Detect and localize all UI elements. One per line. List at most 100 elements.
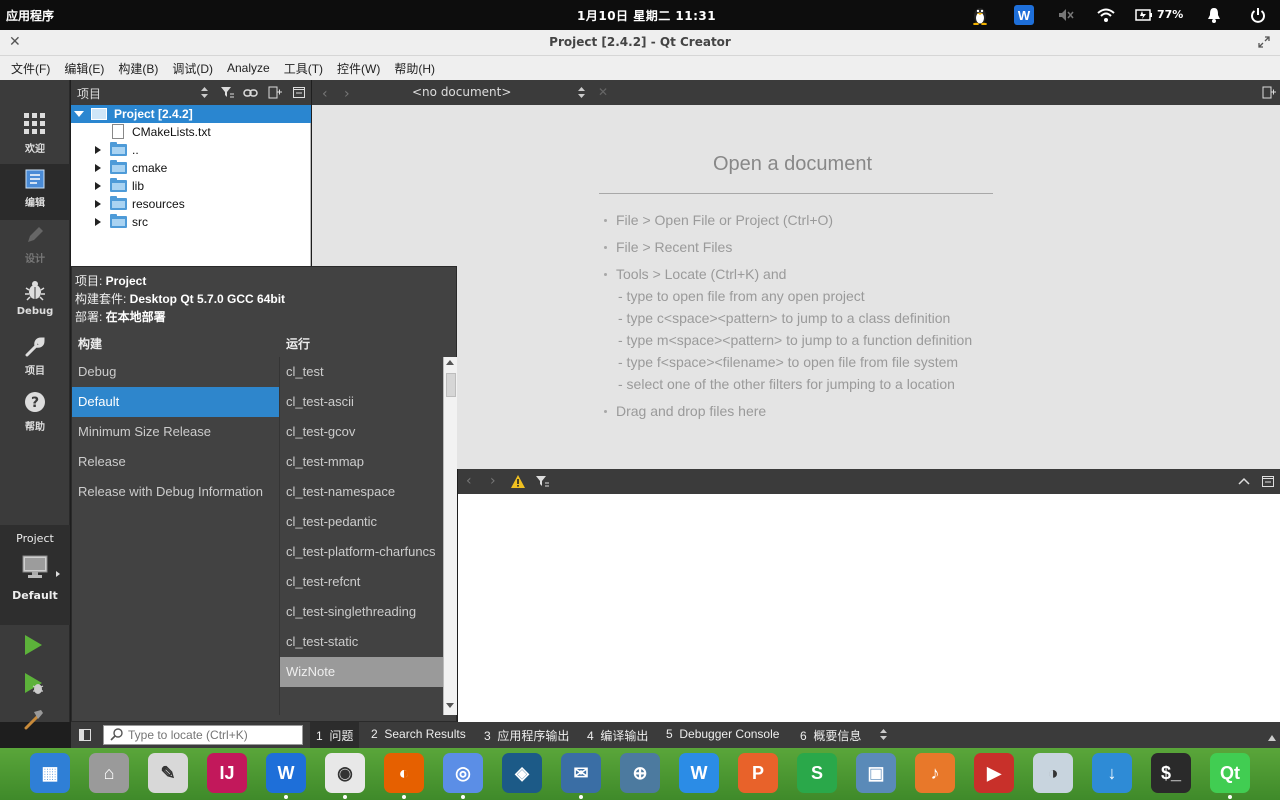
close-pane-icon[interactable] <box>1262 476 1274 490</box>
maximize-icon[interactable] <box>1258 36 1270 51</box>
scroll-down-icon[interactable] <box>446 703 454 708</box>
run-item[interactable]: cl_test <box>280 357 443 387</box>
settings-toggle-icon[interactable]: ◑ <box>1033 753 1073 793</box>
network-icon[interactable]: ⊕ <box>620 753 660 793</box>
qt-creator-icon[interactable]: Qt <box>1210 753 1250 793</box>
wiznote-tray-icon[interactable]: W <box>1014 5 1034 25</box>
tree-item-lib[interactable]: lib <box>71 177 311 195</box>
back-icon[interactable]: ‹ <box>322 86 328 102</box>
split-editor-icon[interactable] <box>1262 86 1276 102</box>
video-icon[interactable]: ▶ <box>974 753 1014 793</box>
applications-menu[interactable]: 应用程序 <box>6 7 54 24</box>
chevron-up-icon[interactable] <box>1268 730 1276 744</box>
forward-icon[interactable]: › <box>344 86 350 102</box>
tree-item-resources[interactable]: resources <box>71 195 311 213</box>
run-item[interactable]: cl_test-mmap <box>280 447 443 477</box>
mode-help[interactable]: ? 帮助 <box>0 388 70 444</box>
debug-run-icon[interactable] <box>23 672 45 699</box>
updown-icon[interactable] <box>880 729 887 743</box>
tree-item-parent[interactable]: .. <box>71 141 311 159</box>
tab-debugger-console[interactable]: 5 Debugger Console <box>666 727 779 741</box>
updown-icon[interactable] <box>201 87 208 101</box>
output-pane[interactable] <box>458 494 1280 722</box>
document-selector[interactable]: <no document> <box>412 85 511 99</box>
workspace-icon[interactable]: ▦ <box>30 753 70 793</box>
bell-icon[interactable] <box>1204 5 1224 25</box>
music-icon[interactable]: ♪ <box>915 753 955 793</box>
mode-welcome[interactable]: 欢迎 <box>0 110 70 166</box>
collapse-icon[interactable] <box>74 111 84 117</box>
wiznote-icon[interactable]: W <box>266 753 306 793</box>
menu-analyze[interactable]: Analyze <box>220 61 277 75</box>
build-hammer-icon[interactable] <box>23 708 45 733</box>
home-folder-icon[interactable]: ⌂ <box>89 753 129 793</box>
run-item[interactable]: cl_test-pedantic <box>280 507 443 537</box>
chrome-icon[interactable]: ◉ <box>325 753 365 793</box>
wps-presentation-icon[interactable]: P <box>738 753 778 793</box>
power-icon[interactable] <box>1248 5 1268 25</box>
firefox-icon[interactable]: ◐ <box>384 753 424 793</box>
split-icon[interactable] <box>268 86 282 102</box>
tab-application-output[interactable]: 3 应用程序输出 <box>484 727 569 744</box>
close-document-icon[interactable]: ✕ <box>598 85 608 99</box>
run-item[interactable]: cl_test-refcnt <box>280 567 443 597</box>
run-item-selected[interactable]: WizNote <box>280 657 443 687</box>
text-editor-icon[interactable]: ✎ <box>148 753 188 793</box>
close-pane-icon[interactable] <box>293 87 305 101</box>
tab-general-messages[interactable]: 6 概要信息 <box>800 727 861 744</box>
run-item[interactable]: cl_test-static <box>280 627 443 657</box>
menu-debug[interactable]: 调试(D) <box>165 60 220 77</box>
mute-icon[interactable] <box>1056 5 1076 25</box>
mode-debug[interactable]: Debug <box>0 276 70 332</box>
scroll-up-icon[interactable] <box>446 360 454 365</box>
window-titlebar[interactable]: ✕ Project [2.4.2] - Qt Creator <box>0 30 1280 56</box>
mysql-workbench-icon[interactable]: ◈ <box>502 753 542 793</box>
prev-item-icon[interactable]: ‹ <box>466 473 472 489</box>
toggle-sidebar-icon[interactable] <box>79 729 91 744</box>
run-item[interactable]: cl_test-namespace <box>280 477 443 507</box>
mode-projects[interactable]: 项目 <box>0 332 70 388</box>
link-icon[interactable] <box>243 87 258 101</box>
tree-item-cmakelists[interactable]: CMakeLists.txt <box>71 123 311 141</box>
terminal-icon[interactable]: $_ <box>1151 753 1191 793</box>
intellij-icon[interactable]: IJ <box>207 753 247 793</box>
run-icon[interactable] <box>23 634 43 659</box>
battery-icon[interactable] <box>1134 5 1154 25</box>
filter-icon[interactable] <box>220 86 234 102</box>
updown-icon[interactable] <box>578 87 585 101</box>
tab-issues[interactable]: 1 问题 <box>310 722 360 748</box>
build-item-debug[interactable]: Debug <box>72 357 279 387</box>
menu-help[interactable]: 帮助(H) <box>387 60 442 77</box>
locator-input[interactable] <box>128 727 298 743</box>
wps-writer-icon[interactable]: W <box>679 753 719 793</box>
editor-area[interactable]: Open a document File > Open File or Proj… <box>312 105 1280 469</box>
run-item[interactable]: cl_test-platform-charfuncs <box>280 537 443 567</box>
locator[interactable] <box>103 725 303 745</box>
expand-icon[interactable] <box>95 218 101 226</box>
expand-icon[interactable] <box>95 146 101 154</box>
filter-icon[interactable] <box>535 475 549 491</box>
tree-root[interactable]: Project [2.4.2] <box>71 105 311 123</box>
warning-icon[interactable] <box>511 475 525 491</box>
menu-edit[interactable]: 编辑(E) <box>57 60 111 77</box>
chromium-icon[interactable]: ◎ <box>443 753 483 793</box>
clock[interactable]: 1月10日 星期二 11:31 <box>577 7 716 24</box>
build-item-default[interactable]: Default <box>72 387 279 417</box>
tab-compile-output[interactable]: 4 编译输出 <box>587 727 648 744</box>
tab-search-results[interactable]: 2 Search Results <box>371 727 466 741</box>
menu-tools[interactable]: 工具(T) <box>277 60 330 77</box>
next-item-icon[interactable]: › <box>490 473 496 489</box>
run-item[interactable]: cl_test-gcov <box>280 417 443 447</box>
expand-icon[interactable] <box>95 200 101 208</box>
run-list-scrollbar[interactable] <box>443 357 457 715</box>
tree-item-cmake[interactable]: cmake <box>71 159 311 177</box>
expand-icon[interactable] <box>95 164 101 172</box>
projects-view-select[interactable]: 项目 <box>77 85 101 102</box>
build-item-relwithdebinfo[interactable]: Release with Debug Information <box>72 477 279 507</box>
kit-target-selector[interactable]: Project Default <box>0 525 70 625</box>
menu-build[interactable]: 构建(B) <box>111 60 165 77</box>
build-item-release[interactable]: Release <box>72 447 279 477</box>
menu-widgets[interactable]: 控件(W) <box>330 60 387 77</box>
mode-edit[interactable]: 编辑 <box>0 164 70 220</box>
mode-design[interactable]: 设计 <box>0 220 70 276</box>
